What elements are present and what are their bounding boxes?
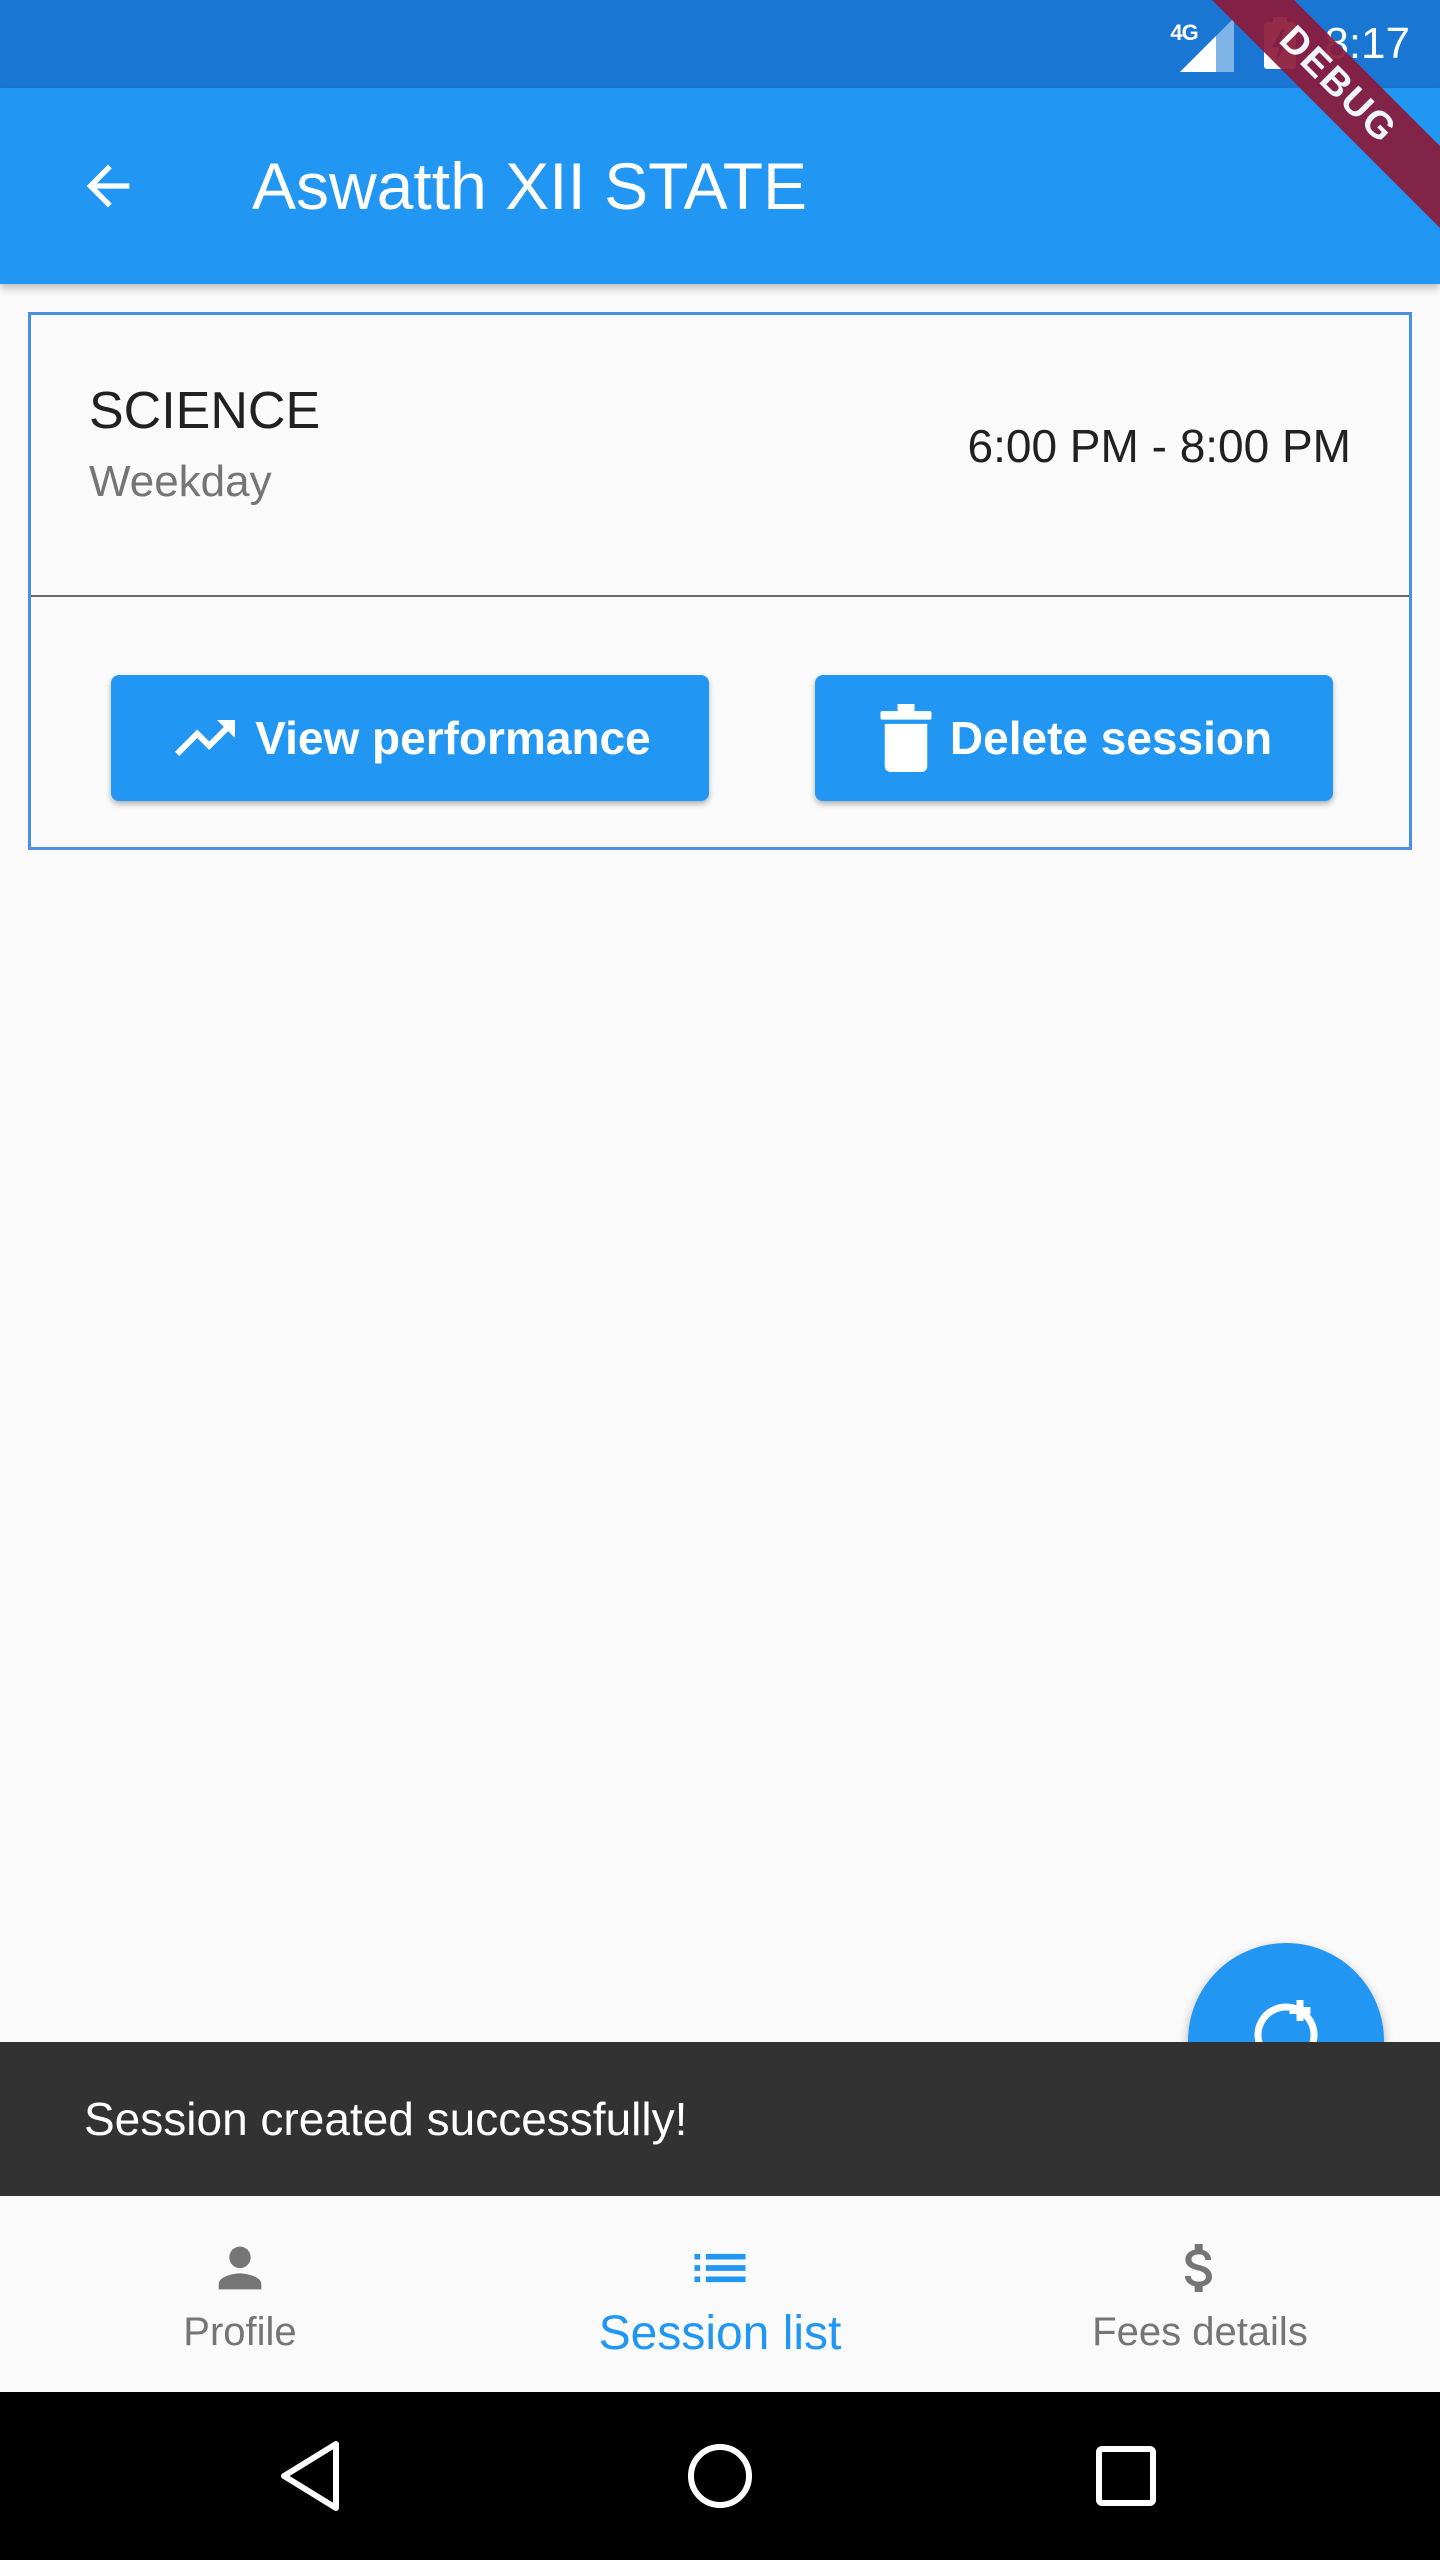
nav-item-session-list[interactable]: Session list [480, 2196, 960, 2392]
list-icon [694, 2253, 746, 2283]
snackbar: Session created successfully! [0, 2042, 1440, 2196]
session-card: SCIENCE Weekday 6:00 PM - 8:00 PM View p… [28, 312, 1412, 850]
nav-item-fees-details[interactable]: Fees details [960, 2196, 1440, 2392]
arrow-back-icon [86, 164, 130, 208]
delete-session-label: Delete session [949, 712, 1273, 764]
nav-label-profile: Profile [183, 2310, 297, 2354]
bottom-navigation: Profile Session list Fees details [0, 2196, 1440, 2392]
home-circle-icon [688, 2444, 752, 2508]
network-type: 4G [1170, 20, 1198, 45]
system-navigation-bar [0, 2392, 1440, 2560]
nav-label-session-list: Session list [598, 2307, 842, 2360]
back-button[interactable] [56, 134, 160, 238]
system-recents-button[interactable] [1082, 2432, 1170, 2520]
view-performance-label: View performance [255, 712, 651, 764]
back-triangle-icon [281, 2441, 339, 2511]
nav-item-profile[interactable]: Profile [0, 2196, 480, 2392]
view-performance-button[interactable]: View performance [111, 675, 709, 801]
nav-label-fees-details: Fees details [1092, 2310, 1308, 2354]
session-info: SCIENCE Weekday 6:00 PM - 8:00 PM [31, 315, 1409, 597]
recents-square-icon [1096, 2446, 1156, 2506]
session-subject: SCIENCE [89, 382, 321, 440]
dollar-icon [1184, 2244, 1212, 2292]
session-day-type: Weekday [89, 457, 272, 506]
session-time-range: 6:00 PM - 8:00 PM [967, 420, 1352, 472]
page-title: Aswatth XII STATE [252, 149, 808, 223]
signal-icon: 4G [1170, 14, 1236, 74]
trash-icon [880, 704, 932, 772]
status-bar: 4G 8:17 [0, 0, 1440, 88]
app-bar: Aswatth XII STATE [0, 88, 1440, 284]
trending-up-icon [175, 720, 236, 756]
system-home-button[interactable] [676, 2432, 764, 2520]
snackbar-message: Session created successfully! [84, 2093, 688, 2145]
person-icon [218, 2246, 262, 2290]
delete-session-button[interactable]: Delete session [815, 675, 1333, 801]
card-divider [31, 595, 1409, 597]
system-back-button[interactable] [270, 2432, 358, 2520]
